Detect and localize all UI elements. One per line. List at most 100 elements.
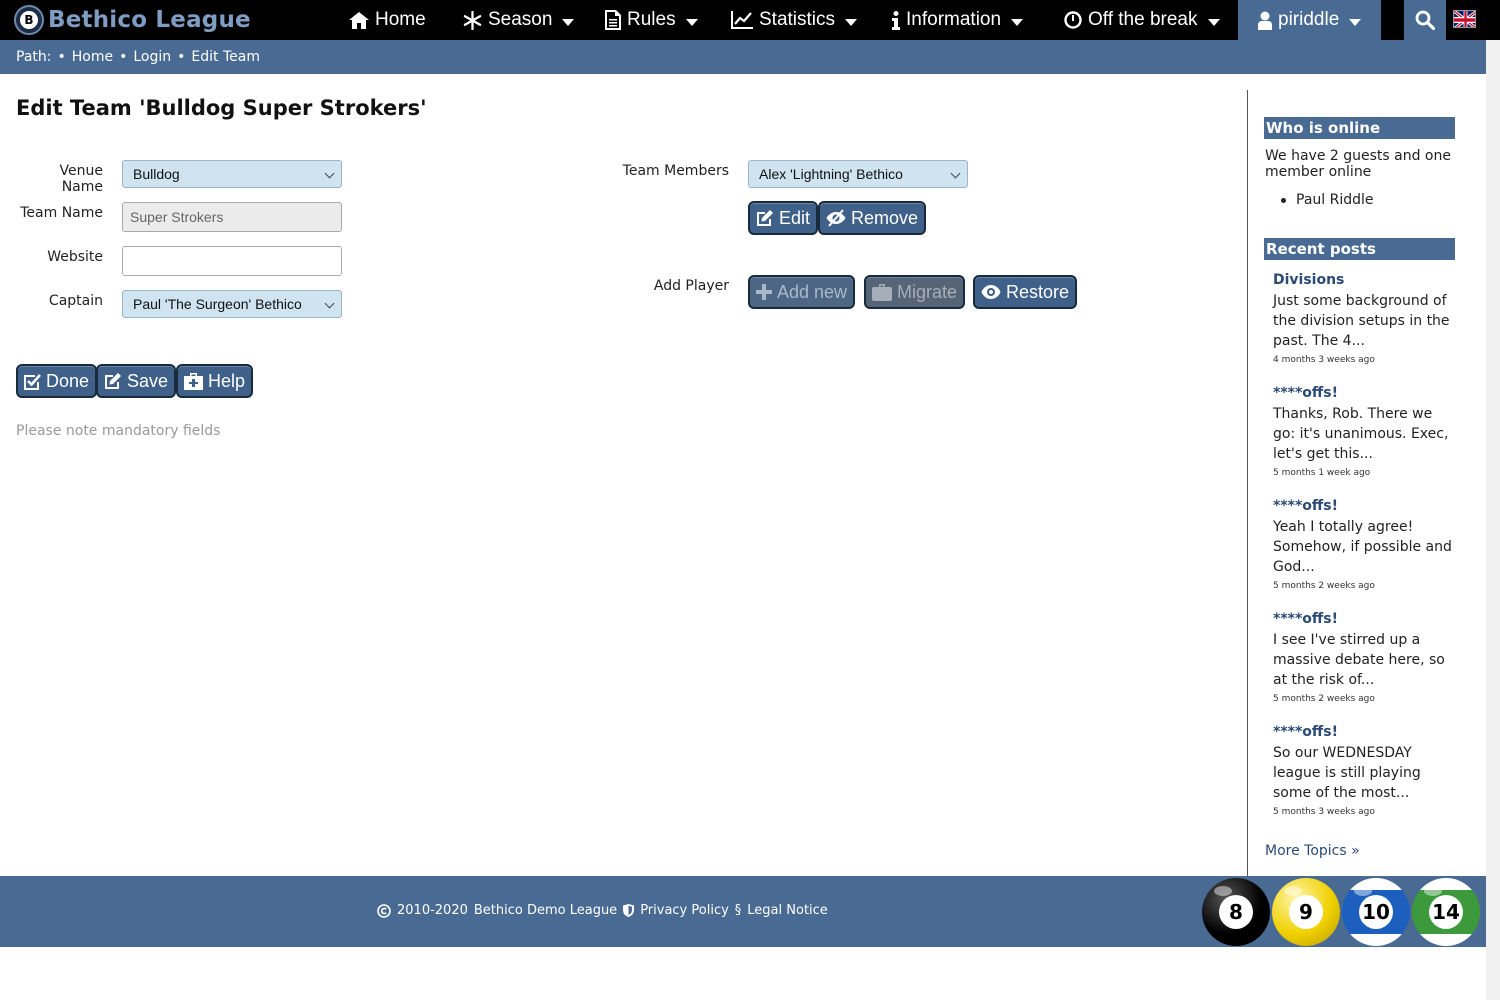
nav-statistics[interactable]: Statistics (731, 0, 858, 40)
post-excerpt: Thanks, Rob. There we go: it's unanimous… (1273, 406, 1449, 462)
online-member-item[interactable]: Paul Riddle (1281, 192, 1374, 208)
search-button[interactable] (1404, 0, 1446, 40)
shield-icon (623, 904, 635, 917)
more-topics-link[interactable]: More Topics » (1265, 843, 1360, 859)
restore-player-button[interactable]: Restore (973, 275, 1078, 309)
home-icon (349, 11, 369, 29)
post-title[interactable]: ****offs! (1273, 723, 1453, 741)
brand-name: Bethico League (48, 7, 251, 33)
eye-slash-icon (826, 209, 846, 227)
captain-value: Paul 'The Surgeon' Bethico (133, 296, 302, 312)
add-player-label: Add Player (653, 278, 729, 294)
nav-season[interactable]: Season (463, 0, 575, 40)
footer: 2010-2020 Bethico Demo League Privacy Po… (0, 876, 1486, 947)
document-icon (605, 10, 621, 30)
footer-league-name: Bethico Demo League (473, 903, 618, 918)
legal-notice-link[interactable]: Legal Notice (747, 903, 828, 918)
breadcrumb-login[interactable]: Login (133, 49, 171, 65)
breadcrumb-separator: • (119, 49, 128, 65)
breadcrumb-separator: • (177, 49, 186, 65)
add-new-player-label: Add new (777, 281, 848, 302)
online-summary: We have 2 guests and one member online (1265, 148, 1451, 180)
team-name-input[interactable]: Super Strokers (122, 202, 342, 232)
nav-off-the-break-label: Off the break (1088, 9, 1198, 30)
user-icon (1258, 11, 1272, 30)
privacy-policy-link[interactable]: Privacy Policy (640, 903, 729, 918)
nav-rules[interactable]: Rules (605, 0, 698, 40)
restore-player-label: Restore (1006, 281, 1070, 302)
billiard-ball-icon: B (14, 5, 44, 35)
breadcrumb-home[interactable]: Home (72, 49, 113, 65)
remove-member-label: Remove (851, 207, 919, 228)
scrollbar[interactable] (1486, 40, 1500, 1000)
chevron-down-icon (845, 18, 858, 26)
sidebar-divider (1247, 90, 1248, 876)
check-square-icon (24, 373, 41, 390)
nav-season-label: Season (488, 9, 553, 30)
mandatory-note: Please note mandatory fields (16, 423, 221, 439)
nav-home[interactable]: Home (349, 0, 426, 40)
chevron-down-icon (562, 18, 575, 26)
post-timestamp: 5 months 2 weeks ago (1273, 581, 1375, 591)
recent-post[interactable]: ****offs! So our WEDNESDAY league is sti… (1273, 723, 1453, 817)
post-timestamp: 4 months 3 weeks ago (1273, 355, 1375, 365)
nav-user-label: piriddle (1278, 9, 1340, 30)
section-icon: § (734, 903, 742, 918)
team-members-select[interactable]: Alex 'Lightning' Bethico (748, 160, 968, 188)
info-icon (892, 10, 900, 30)
copyright-icon (377, 903, 391, 918)
nav-user-menu[interactable]: piriddle (1238, 0, 1382, 40)
help-button[interactable]: Help (176, 364, 254, 398)
save-button[interactable]: Save (96, 364, 177, 398)
clock-icon (1064, 11, 1082, 29)
captain-select[interactable]: Paul 'The Surgeon' Bethico (122, 290, 342, 318)
post-title[interactable]: ****offs! (1273, 384, 1453, 402)
nav-off-the-break[interactable]: Off the break (1064, 0, 1220, 40)
captain-label: Captain (48, 293, 103, 309)
chevron-down-icon (1207, 18, 1220, 26)
team-members-value: Alex 'Lightning' Bethico (759, 166, 903, 182)
billiard-balls: 8 9 10 14 (1202, 878, 1480, 946)
eye-icon (981, 285, 1001, 299)
post-title[interactable]: Divisions (1273, 271, 1453, 289)
edit-member-button[interactable]: Edit (748, 201, 819, 235)
snowflake-icon (463, 10, 482, 30)
online-member-name: Paul Riddle (1296, 192, 1374, 208)
footer-links: 2010-2020 Bethico Demo League Privacy Po… (377, 903, 828, 918)
remove-member-button[interactable]: Remove (818, 201, 927, 235)
chevron-down-icon (950, 168, 961, 179)
ball-8-icon: 8 (1202, 878, 1270, 946)
migrate-player-button[interactable]: Migrate (864, 275, 966, 309)
suitcase-icon (872, 283, 892, 301)
post-title[interactable]: ****offs! (1273, 497, 1453, 515)
plus-icon (756, 284, 772, 300)
migrate-player-label: Migrate (897, 281, 958, 302)
post-timestamp: 5 months 3 weeks ago (1273, 807, 1375, 817)
top-navbar: B Bethico League Home Season Rules Stati… (0, 0, 1500, 40)
nav-information[interactable]: Information (892, 0, 1024, 40)
done-button[interactable]: Done (16, 364, 98, 398)
post-excerpt: Yeah I totally agree! Somehow, if possib… (1273, 519, 1452, 575)
bullet-icon (1281, 197, 1286, 203)
website-input[interactable] (122, 246, 342, 276)
brand-logo[interactable]: B Bethico League (14, 4, 251, 36)
ball-14-icon: 14 (1412, 878, 1480, 946)
search-icon (1415, 10, 1435, 30)
page-title: Edit Team 'Bulldog Super Strokers' (16, 96, 427, 120)
edit-icon (757, 210, 773, 226)
post-title[interactable]: ****offs! (1273, 610, 1453, 628)
breadcrumb: Path: • Home • Login • Edit Team (0, 40, 1486, 74)
breadcrumb-label: Path: (16, 49, 52, 65)
venue-name-select[interactable]: Bulldog (122, 160, 342, 188)
recent-post[interactable]: Divisions Just some background of the di… (1273, 271, 1453, 365)
chevron-down-icon (324, 168, 335, 179)
uk-flag-icon[interactable] (1453, 10, 1476, 28)
recent-post[interactable]: ****offs! I see I've stirred up a massiv… (1273, 610, 1453, 704)
recent-post[interactable]: ****offs! Thanks, Rob. There we go: it's… (1273, 384, 1453, 478)
recent-post[interactable]: ****offs! Yeah I totally agree! Somehow,… (1273, 497, 1453, 591)
done-button-label: Done (46, 370, 90, 391)
ball-9-icon: 9 (1272, 878, 1340, 946)
help-button-label: Help (208, 370, 246, 391)
add-new-player-button[interactable]: Add new (748, 275, 856, 309)
breadcrumb-current: Edit Team (191, 49, 260, 65)
